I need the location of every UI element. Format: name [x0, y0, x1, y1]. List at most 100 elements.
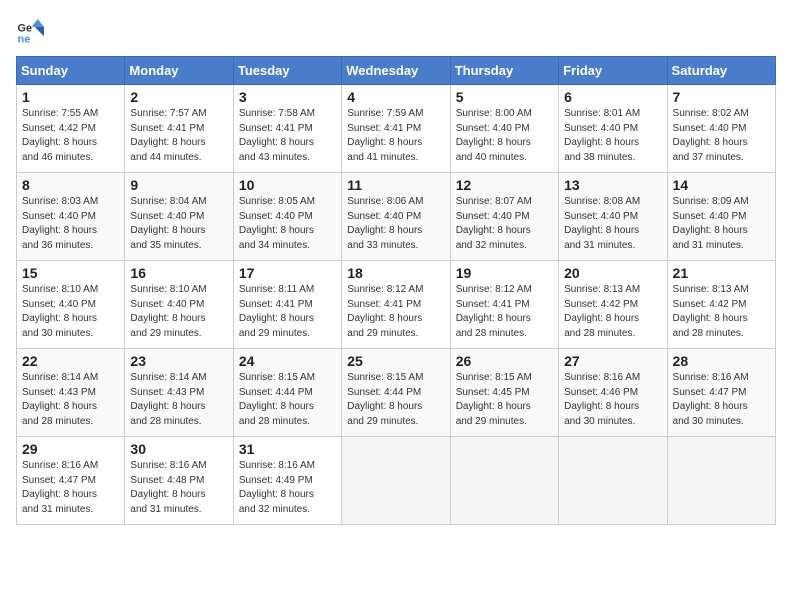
day-number: 28: [673, 353, 770, 369]
cell-content: Sunrise: 8:01 AMSunset: 4:40 PMDaylight:…: [564, 107, 661, 165]
calendar-cell: 11Sunrise: 8:06 AMSunset: 4:40 PMDayligh…: [342, 173, 450, 261]
cell-content: Sunrise: 8:16 AMSunset: 4:48 PMDaylight:…: [130, 459, 227, 517]
day-number: 4: [347, 89, 444, 105]
day-number: 30: [130, 441, 227, 457]
calendar-cell: 22 Sunrise: 8:14 AMSunset: 4:43 PMDayligh…: [17, 349, 125, 437]
calendar-cell: 23Sunrise: 8:14 AMSunset: 4:43 PMDayligh…: [125, 349, 233, 437]
cell-content: Sunrise: 8:07 AMSunset: 4:40 PMDaylight:…: [456, 195, 553, 253]
day-number: 22: [22, 353, 119, 369]
week-row-1: 1 Sunrise: 7:55 AMSunset: 4:42 PMDaylight…: [17, 85, 776, 173]
day-number: 17: [239, 265, 336, 281]
calendar-cell: 3 Sunrise: 7:58 AMSunset: 4:41 PMDaylight…: [233, 85, 341, 173]
day-number: 6: [564, 89, 661, 105]
calendar-cell: 25 Sunrise: 8:15 AMSunset: 4:44 PMDayligh…: [342, 349, 450, 437]
calendar-cell: 6 Sunrise: 8:01 AMSunset: 4:40 PMDaylight…: [559, 85, 667, 173]
cell-content: Sunrise: 8:14 AMSunset: 4:43 PMDaylight:…: [22, 371, 119, 429]
day-number: 1: [22, 89, 119, 105]
calendar-cell: 18Sunrise: 8:12 AMSunset: 4:41 PMDayligh…: [342, 261, 450, 349]
calendar-cell: 1 Sunrise: 7:55 AMSunset: 4:42 PMDaylight…: [17, 85, 125, 173]
day-number: 31: [239, 441, 336, 457]
calendar-cell: 15 Sunrise: 8:10 AMSunset: 4:40 PMDayligh…: [17, 261, 125, 349]
calendar-cell: 21 Sunrise: 8:13 AMSunset: 4:42 PMDayligh…: [667, 261, 775, 349]
calendar-cell: 29Sunrise: 8:16 AMSunset: 4:47 PMDayligh…: [17, 437, 125, 525]
cell-content: Sunrise: 8:10 AMSunset: 4:40 PMDaylight:…: [130, 283, 227, 341]
calendar-cell: 9Sunrise: 8:04 AMSunset: 4:40 PMDaylight…: [125, 173, 233, 261]
calendar-cell: 12 Sunrise: 8:07 AMSunset: 4:40 PMDayligh…: [450, 173, 558, 261]
svg-text:ne: ne: [18, 33, 31, 44]
cell-content: Sunrise: 7:57 AMSunset: 4:41 PMDaylight:…: [130, 107, 227, 165]
day-number: 27: [564, 353, 661, 369]
cell-content: Sunrise: 8:16 AMSunset: 4:46 PMDaylight:…: [564, 371, 661, 429]
day-number: 23: [130, 353, 227, 369]
header-row: SundayMondayTuesdayWednesdayThursdayFrid…: [17, 57, 776, 85]
cell-content: Sunrise: 8:15 AMSunset: 4:45 PMDaylight:…: [456, 371, 553, 429]
logo: Ge ne: [16, 16, 48, 44]
page-header: Ge ne: [16, 16, 776, 44]
calendar-cell: 14 Sunrise: 8:09 AMSunset: 4:40 PMDayligh…: [667, 173, 775, 261]
day-number: 18: [347, 265, 444, 281]
day-number: 15: [22, 265, 119, 281]
col-header-friday: Friday: [559, 57, 667, 85]
cell-content: Sunrise: 8:09 AMSunset: 4:40 PMDaylight:…: [673, 195, 770, 253]
calendar-cell: [342, 437, 450, 525]
cell-content: Sunrise: 7:58 AMSunset: 4:41 PMDaylight:…: [239, 107, 336, 165]
cell-content: Sunrise: 8:13 AMSunset: 4:42 PMDaylight:…: [673, 283, 770, 341]
cell-content: Sunrise: 8:02 AMSunset: 4:40 PMDaylight:…: [673, 107, 770, 165]
calendar-cell: 31 Sunrise: 8:16 AMSunset: 4:49 PMDayligh…: [233, 437, 341, 525]
day-number: 7: [673, 89, 770, 105]
cell-content: Sunrise: 8:11 AMSunset: 4:41 PMDaylight:…: [239, 283, 336, 341]
calendar-cell: 16 Sunrise: 8:10 AMSunset: 4:40 PMDayligh…: [125, 261, 233, 349]
calendar-cell: 26 Sunrise: 8:15 AMSunset: 4:45 PMDayligh…: [450, 349, 558, 437]
week-row-4: 22 Sunrise: 8:14 AMSunset: 4:43 PMDayligh…: [17, 349, 776, 437]
calendar-cell: 7 Sunrise: 8:02 AMSunset: 4:40 PMDaylight…: [667, 85, 775, 173]
week-row-3: 15 Sunrise: 8:10 AMSunset: 4:40 PMDayligh…: [17, 261, 776, 349]
col-header-saturday: Saturday: [667, 57, 775, 85]
cell-content: Sunrise: 8:03 AMSunset: 4:40 PMDaylight:…: [22, 195, 119, 253]
cell-content: Sunrise: 8:15 AMSunset: 4:44 PMDaylight:…: [347, 371, 444, 429]
cell-content: Sunrise: 8:08 AMSunset: 4:40 PMDaylight:…: [564, 195, 661, 253]
day-number: 21: [673, 265, 770, 281]
day-number: 8: [22, 177, 119, 193]
cell-content: Sunrise: 7:59 AMSunset: 4:41 PMDaylight:…: [347, 107, 444, 165]
calendar-cell: 8 Sunrise: 8:03 AMSunset: 4:40 PMDaylight…: [17, 173, 125, 261]
day-number: 11: [347, 177, 444, 193]
day-number: 25: [347, 353, 444, 369]
cell-content: Sunrise: 8:16 AMSunset: 4:49 PMDaylight:…: [239, 459, 336, 517]
cell-content: Sunrise: 8:13 AMSunset: 4:42 PMDaylight:…: [564, 283, 661, 341]
cell-content: Sunrise: 8:16 AMSunset: 4:47 PMDaylight:…: [22, 459, 119, 517]
calendar-cell: 2 Sunrise: 7:57 AMSunset: 4:41 PMDaylight…: [125, 85, 233, 173]
cell-content: Sunrise: 7:55 AMSunset: 4:42 PMDaylight:…: [22, 107, 119, 165]
day-number: 2: [130, 89, 227, 105]
day-number: 5: [456, 89, 553, 105]
day-number: 12: [456, 177, 553, 193]
calendar-cell: 13 Sunrise: 8:08 AMSunset: 4:40 PMDayligh…: [559, 173, 667, 261]
cell-content: Sunrise: 8:05 AMSunset: 4:40 PMDaylight:…: [239, 195, 336, 253]
day-number: 19: [456, 265, 553, 281]
calendar-cell: [450, 437, 558, 525]
col-header-wednesday: Wednesday: [342, 57, 450, 85]
day-number: 26: [456, 353, 553, 369]
col-header-thursday: Thursday: [450, 57, 558, 85]
day-number: 3: [239, 89, 336, 105]
calendar-cell: 30 Sunrise: 8:16 AMSunset: 4:48 PMDayligh…: [125, 437, 233, 525]
calendar-cell: 28Sunrise: 8:16 AMSunset: 4:47 PMDayligh…: [667, 349, 775, 437]
calendar-cell: [559, 437, 667, 525]
logo-icon: Ge ne: [16, 16, 44, 44]
day-number: 10: [239, 177, 336, 193]
week-row-2: 8 Sunrise: 8:03 AMSunset: 4:40 PMDaylight…: [17, 173, 776, 261]
cell-content: Sunrise: 8:15 AMSunset: 4:44 PMDaylight:…: [239, 371, 336, 429]
day-number: 14: [673, 177, 770, 193]
week-row-5: 29Sunrise: 8:16 AMSunset: 4:47 PMDayligh…: [17, 437, 776, 525]
day-number: 20: [564, 265, 661, 281]
calendar-cell: 10 Sunrise: 8:05 AMSunset: 4:40 PMDayligh…: [233, 173, 341, 261]
col-header-tuesday: Tuesday: [233, 57, 341, 85]
calendar-cell: 17 Sunrise: 8:11 AMSunset: 4:41 PMDayligh…: [233, 261, 341, 349]
day-number: 16: [130, 265, 227, 281]
col-header-monday: Monday: [125, 57, 233, 85]
cell-content: Sunrise: 8:04 AMSunset: 4:40 PMDaylight:…: [130, 195, 227, 253]
cell-content: Sunrise: 8:12 AMSunset: 4:41 PMDaylight:…: [456, 283, 553, 341]
day-number: 13: [564, 177, 661, 193]
cell-content: Sunrise: 8:10 AMSunset: 4:40 PMDaylight:…: [22, 283, 119, 341]
calendar-table: SundayMondayTuesdayWednesdayThursdayFrid…: [16, 56, 776, 525]
calendar-cell: [667, 437, 775, 525]
